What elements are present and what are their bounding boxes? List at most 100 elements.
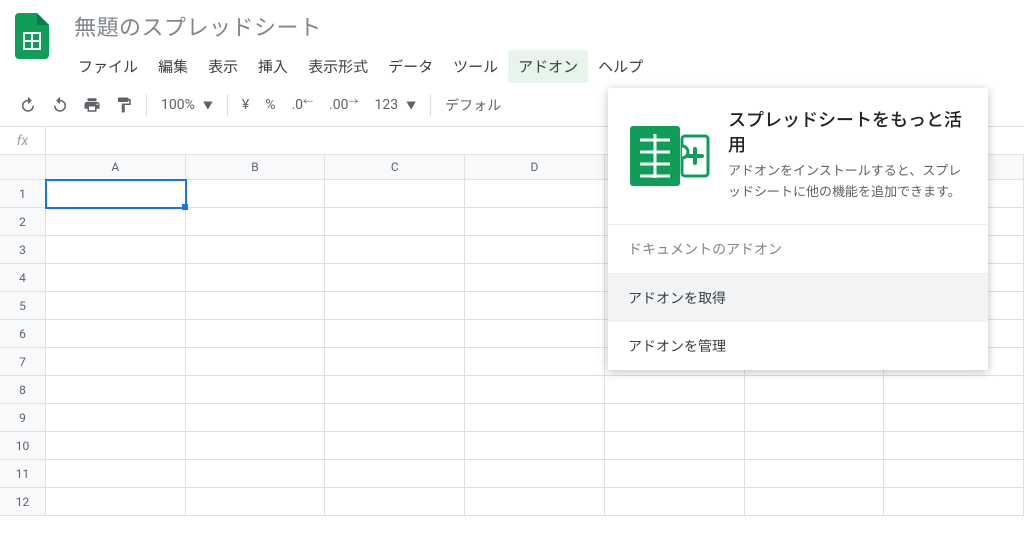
cell[interactable]	[186, 460, 326, 488]
menu-help[interactable]: ヘルプ	[588, 50, 653, 83]
cell[interactable]	[605, 432, 745, 460]
select-all-corner[interactable]	[0, 155, 46, 179]
row-header[interactable]: 3	[0, 236, 46, 264]
cell[interactable]	[46, 404, 186, 432]
cell[interactable]	[46, 376, 186, 404]
cell[interactable]	[46, 236, 186, 264]
row-header[interactable]: 5	[0, 292, 46, 320]
menu-tools[interactable]: ツール	[443, 50, 508, 83]
column-header[interactable]: B	[186, 155, 326, 179]
cell[interactable]	[465, 376, 605, 404]
cell[interactable]	[46, 292, 186, 320]
cell[interactable]	[325, 292, 465, 320]
cell[interactable]	[465, 180, 605, 208]
cell[interactable]	[465, 320, 605, 348]
cell[interactable]	[325, 376, 465, 404]
cell[interactable]	[186, 180, 326, 208]
cell-a1[interactable]	[46, 180, 186, 208]
cell[interactable]	[465, 264, 605, 292]
cell[interactable]	[465, 208, 605, 236]
cell[interactable]	[884, 488, 1024, 516]
menu-data[interactable]: データ	[378, 50, 443, 83]
document-title[interactable]: 無題のスプレッドシート	[68, 8, 1012, 44]
cell[interactable]	[884, 460, 1024, 488]
cell[interactable]	[605, 404, 745, 432]
menu-insert[interactable]: 挿入	[248, 50, 298, 83]
cell[interactable]	[186, 236, 326, 264]
cell[interactable]	[186, 264, 326, 292]
column-header[interactable]: D	[465, 155, 605, 179]
cell[interactable]	[46, 320, 186, 348]
cell[interactable]	[186, 320, 326, 348]
increase-decimal-button[interactable]: .00→	[321, 97, 366, 113]
cell[interactable]	[325, 208, 465, 236]
manage-addons-item[interactable]: アドオンを管理	[608, 322, 988, 370]
row-header[interactable]: 4	[0, 264, 46, 292]
cell[interactable]	[186, 292, 326, 320]
cell[interactable]	[46, 460, 186, 488]
cell[interactable]	[325, 180, 465, 208]
font-dropdown[interactable]: デフォル	[437, 95, 509, 115]
menu-file[interactable]: ファイル	[68, 50, 148, 83]
cell[interactable]	[325, 320, 465, 348]
cell[interactable]	[46, 208, 186, 236]
cell[interactable]	[186, 488, 326, 516]
cell[interactable]	[884, 376, 1024, 404]
cell[interactable]	[186, 208, 326, 236]
cell[interactable]	[325, 236, 465, 264]
cell[interactable]	[605, 460, 745, 488]
row-header[interactable]: 11	[0, 460, 46, 488]
cell[interactable]	[46, 432, 186, 460]
fx-label[interactable]: fx	[0, 127, 46, 154]
decrease-decimal-button[interactable]: .0←	[283, 97, 321, 113]
get-addons-item[interactable]: アドオンを取得	[608, 274, 988, 322]
cell[interactable]	[46, 348, 186, 376]
menu-addons[interactable]: アドオン	[508, 50, 588, 83]
sheets-logo[interactable]	[12, 12, 52, 60]
zoom-dropdown[interactable]: 100% ▼	[153, 97, 221, 113]
cell[interactable]	[325, 488, 465, 516]
cell[interactable]	[605, 376, 745, 404]
cell[interactable]	[325, 348, 465, 376]
cell[interactable]	[745, 460, 885, 488]
currency-button[interactable]: ¥	[234, 97, 257, 113]
cell[interactable]	[186, 376, 326, 404]
cell[interactable]	[745, 404, 885, 432]
cell[interactable]	[325, 432, 465, 460]
cell[interactable]	[325, 264, 465, 292]
row-header[interactable]: 9	[0, 404, 46, 432]
more-formats-dropdown[interactable]: 123 ▼	[366, 97, 424, 113]
print-button[interactable]	[76, 90, 108, 120]
cell[interactable]	[465, 488, 605, 516]
cell[interactable]	[465, 292, 605, 320]
cell[interactable]	[186, 404, 326, 432]
cell[interactable]	[465, 460, 605, 488]
cell[interactable]	[46, 264, 186, 292]
cell[interactable]	[465, 404, 605, 432]
percent-button[interactable]: %	[257, 97, 283, 113]
cell[interactable]	[325, 460, 465, 488]
cell[interactable]	[884, 432, 1024, 460]
menu-format[interactable]: 表示形式	[298, 50, 378, 83]
row-header[interactable]: 6	[0, 320, 46, 348]
cell[interactable]	[605, 488, 745, 516]
column-header[interactable]: C	[325, 155, 465, 179]
cell[interactable]	[745, 488, 885, 516]
cell[interactable]	[884, 404, 1024, 432]
menu-edit[interactable]: 編集	[148, 50, 198, 83]
undo-button[interactable]	[12, 90, 44, 120]
row-header[interactable]: 12	[0, 488, 46, 516]
paint-format-button[interactable]	[108, 90, 140, 120]
cell[interactable]	[186, 348, 326, 376]
row-header[interactable]: 1	[0, 180, 46, 208]
cell[interactable]	[745, 376, 885, 404]
menu-view[interactable]: 表示	[198, 50, 248, 83]
cell[interactable]	[465, 432, 605, 460]
cell[interactable]	[465, 236, 605, 264]
cell[interactable]	[745, 432, 885, 460]
row-header[interactable]: 10	[0, 432, 46, 460]
cell[interactable]	[46, 488, 186, 516]
cell[interactable]	[465, 348, 605, 376]
column-header[interactable]: A	[46, 155, 186, 179]
row-header[interactable]: 2	[0, 208, 46, 236]
